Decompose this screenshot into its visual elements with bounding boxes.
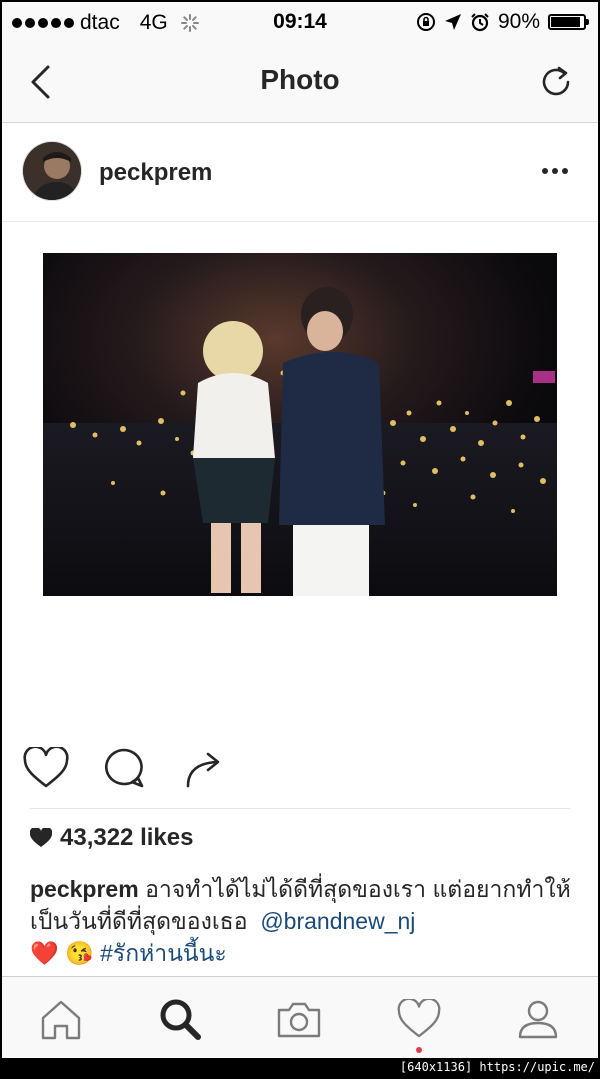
heart-icon: [397, 999, 441, 1038]
alarm-icon: [471, 13, 489, 32]
status-bar: dtac 4G 09:14 90%: [2, 2, 598, 42]
comment-bubble-icon: [104, 748, 144, 788]
navigation-bar: Photo: [2, 42, 598, 123]
share-arrow-icon: [186, 752, 220, 788]
notification-dot: [416, 1047, 422, 1053]
post-photo[interactable]: [43, 253, 557, 596]
tab-camera[interactable]: [275, 995, 323, 1043]
refresh-button[interactable]: [536, 62, 576, 102]
heart-outline-icon: [23, 747, 69, 788]
page-title: Photo: [260, 64, 340, 95]
app-frame: dtac 4G 09:14 90% Photo peckprem 43,322 …: [2, 2, 598, 1058]
divider: [30, 808, 570, 809]
caption-emojis: ❤️ 😘: [30, 940, 94, 966]
location-arrow-icon: [444, 14, 461, 30]
likes-count[interactable]: 43,322 likes: [30, 824, 193, 852]
avatar[interactable]: [22, 141, 82, 201]
rotation-lock-icon: [416, 13, 435, 31]
share-button[interactable]: [180, 744, 228, 792]
more-options-button[interactable]: [542, 159, 572, 183]
tab-search[interactable]: [156, 995, 204, 1043]
caption-username[interactable]: peckprem: [30, 876, 139, 902]
battery-percent: 90%: [497, 10, 540, 33]
heart-filled-icon: [30, 828, 52, 847]
watermark: [640x1136] https://upic.me/: [396, 1058, 598, 1077]
like-button[interactable]: [22, 744, 70, 792]
post-actions: [2, 744, 598, 794]
concert-stage-image: [43, 253, 557, 596]
camera-icon: [277, 1002, 321, 1038]
likes-label: 43,322 likes: [60, 824, 194, 851]
home-icon: [41, 1000, 81, 1040]
tab-bar: [2, 976, 598, 1058]
tab-home[interactable]: [37, 995, 85, 1043]
refresh-icon: [542, 66, 570, 96]
more-dot-icon: [562, 168, 568, 174]
search-icon: [160, 999, 201, 1040]
caption-mention[interactable]: @brandnew_nj: [260, 908, 415, 934]
profile-icon: [518, 1000, 558, 1039]
post-username[interactable]: peckprem: [99, 159, 212, 187]
battery-icon: [548, 14, 589, 30]
tab-profile[interactable]: [514, 995, 562, 1043]
more-dot-icon: [552, 168, 558, 174]
post-header: peckprem: [2, 123, 598, 222]
profile-photo: [23, 142, 81, 200]
tab-activity[interactable]: [395, 995, 443, 1043]
more-dot-icon: [542, 168, 548, 174]
comment-button[interactable]: [100, 744, 148, 792]
post-caption: peckprem อาจทำได้ไม่ได้ดีที่สุดของเรา แต…: [30, 873, 575, 969]
caption-hashtag[interactable]: #รักห่านนี้นะ: [100, 940, 227, 966]
